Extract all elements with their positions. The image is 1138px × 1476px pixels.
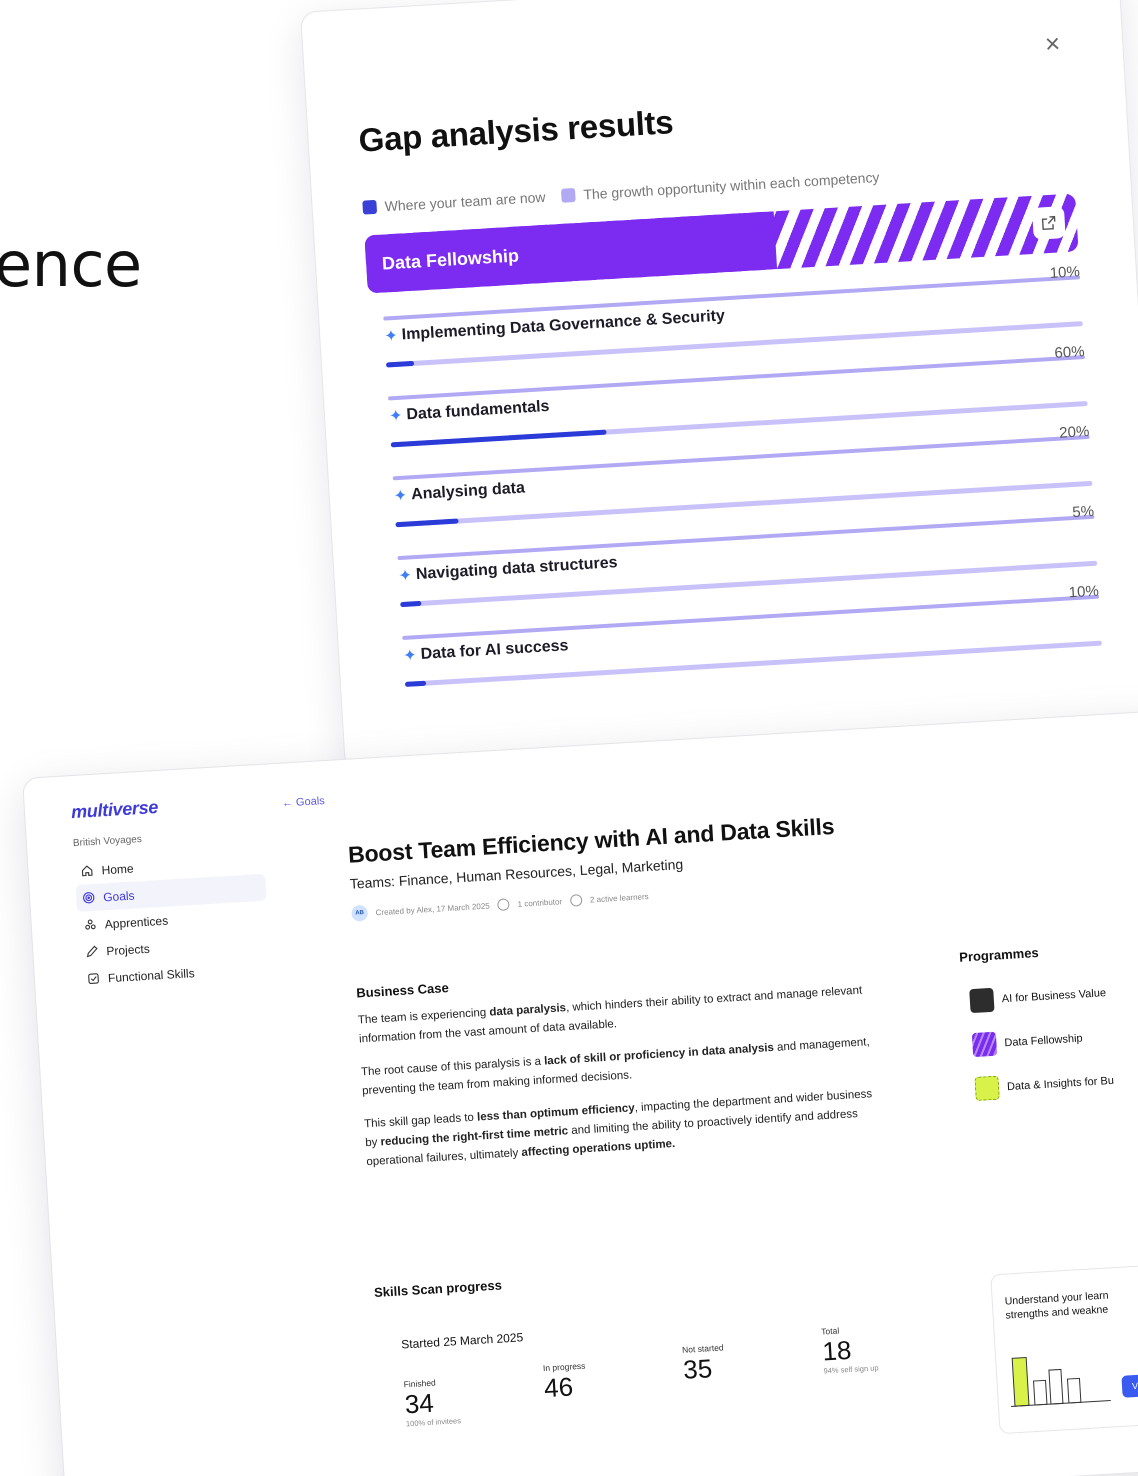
created-by: Created by Alex, 17 March 2025 xyxy=(375,900,490,917)
stat-value: 35 xyxy=(682,1353,714,1385)
competency-name: ✦ Implementing Data Governance & Security xyxy=(384,306,726,346)
bolt-icon: ✦ xyxy=(398,567,413,586)
legend-swatch-now xyxy=(362,199,378,215)
goal-meta: AB Created by Alex, 17 March 2025 1 cont… xyxy=(351,888,649,922)
target-icon xyxy=(83,892,95,904)
progress-fill xyxy=(385,360,415,368)
bolt-icon: ✦ xyxy=(393,487,408,506)
legend-label-now: Where your team are now xyxy=(384,188,546,215)
sidebar-item-label: Functional Skills xyxy=(107,965,195,985)
insight-text: Understand your learn strengths and weak… xyxy=(1004,1289,1109,1322)
competency-label: Navigating data structures xyxy=(415,554,618,584)
learner-icon xyxy=(569,894,583,907)
bolt-icon: ✦ xyxy=(388,407,404,426)
progress-fill xyxy=(395,518,459,528)
competency-percent: 5% xyxy=(1071,502,1095,522)
competency-name: ✦ Data for AI success xyxy=(403,636,569,666)
external-link-icon[interactable] xyxy=(1031,206,1066,240)
stat-value: 46 xyxy=(543,1371,574,1404)
competency-percent: 10% xyxy=(1049,263,1081,282)
programme-item[interactable]: Data Fellowship xyxy=(971,1027,1083,1058)
programme-thumbnail xyxy=(969,987,995,1014)
view-button[interactable]: Vie xyxy=(1121,1372,1138,1398)
contributor-icon xyxy=(497,898,511,912)
competency-percent: 10% xyxy=(1068,582,1100,602)
progress-fill xyxy=(404,680,427,687)
competency-name: ✦ Analysing data xyxy=(393,479,525,507)
competency-percent: 60% xyxy=(1054,343,1086,362)
programme-name: AI for Business Value xyxy=(1001,987,1107,1006)
modal-title: Gap analysis results xyxy=(357,103,675,159)
business-case-heading: Business Case xyxy=(355,980,450,1001)
progress-fill xyxy=(400,600,422,608)
programme-item[interactable]: AI for Business Value xyxy=(969,981,1107,1014)
competency-label: Analysing data xyxy=(410,479,526,504)
stat-value: 34 xyxy=(403,1387,435,1420)
stat-not-started: Not started 35 xyxy=(682,1342,726,1384)
stat-sub: 94% self sign up xyxy=(823,1363,879,1376)
bolt-icon: ✦ xyxy=(383,327,399,346)
competency-label: Data for AI success xyxy=(420,637,569,663)
organisation-name: British Voyages xyxy=(72,834,143,850)
insight-card: Understand your learn strengths and weak… xyxy=(990,1261,1138,1435)
hero-heading-fragment: ence xyxy=(0,228,142,301)
programme-name: Data Fellowship xyxy=(1004,1032,1083,1050)
back-to-goals-link[interactable]: ← Goals xyxy=(282,795,325,810)
avatar: AB xyxy=(351,904,369,922)
people-icon xyxy=(85,919,96,930)
programme-item[interactable]: Data & Insights for Bu xyxy=(974,1069,1114,1101)
programme-name: Data & Insights for Bu xyxy=(1006,1074,1115,1094)
goal-detail-window: multiverse British Voyages Home Goals Ap… xyxy=(22,709,1138,1476)
sidebar-item-label: Projects xyxy=(105,941,151,958)
gap-analysis-modal: × Gap analysis results Where your team a… xyxy=(300,0,1138,771)
learners-count: 2 active learners xyxy=(589,891,649,905)
contributors-count: 1 contributor xyxy=(517,896,563,909)
stat-sub: 100% of invitees xyxy=(405,1416,462,1429)
stat-total: Total 18 94% self sign up xyxy=(821,1323,879,1376)
sidebar-item-label: Apprentices xyxy=(104,913,169,931)
competency-list: 10% ✦ Implementing Data Governance & Secu… xyxy=(368,250,1116,692)
competency-label: Data fundamentals xyxy=(405,397,550,424)
business-case-body: The team is experiencing data paralysis,… xyxy=(357,981,886,1187)
skills-scan-heading: Skills Scan progress xyxy=(373,1277,503,1301)
business-case-paragraph: This skill gap leads to less than optimu… xyxy=(363,1088,873,1169)
pencil-icon xyxy=(86,945,98,958)
programmes-heading: Programmes xyxy=(958,945,1040,965)
checklist-icon xyxy=(88,973,99,984)
programme-thumbnail xyxy=(971,1031,998,1058)
stat-finished: Finished 34 100% of invitees xyxy=(403,1376,462,1429)
home-icon xyxy=(81,865,93,877)
bolt-icon: ✦ xyxy=(402,647,418,665)
sidebar-nav: Home Goals Apprentices Projects Function… xyxy=(74,847,272,993)
stat-in-progress: In progress 46 xyxy=(543,1361,588,1403)
programme-thumbnail xyxy=(974,1075,1000,1101)
legend-swatch-growth xyxy=(561,188,576,203)
competency-name: ✦ Data fundamentals xyxy=(389,397,550,426)
bar-chart-illustration xyxy=(1010,1356,1111,1407)
competency-percent: 20% xyxy=(1058,422,1090,442)
close-icon[interactable]: × xyxy=(1044,28,1061,59)
logo[interactable]: multiverse xyxy=(71,797,159,823)
skills-scan-start-date: Started 25 March 2025 xyxy=(400,1330,524,1352)
sidebar-item-label: Home xyxy=(101,861,134,877)
legend-label-growth: The growth opportunity within each compe… xyxy=(582,168,880,203)
stat-value: 18 xyxy=(821,1334,853,1367)
sidebar-item-label: Goals xyxy=(102,888,135,904)
